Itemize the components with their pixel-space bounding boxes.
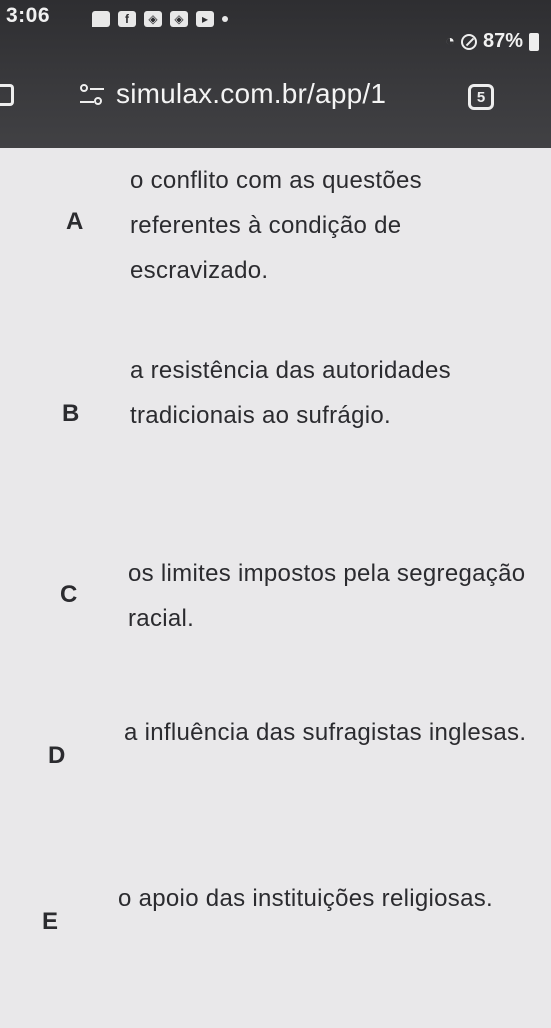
option-letter: A [66, 208, 84, 235]
browser-top-bar: 3:06 f ◈ ◈ ▸ ◔ 87% simulax.com.br/app/1 … [0, 0, 551, 148]
answer-option-a[interactable]: A o conflito com as questões referentes … [0, 158, 551, 318]
site-settings-icon[interactable] [80, 84, 104, 108]
notification-icons: f ◈ ◈ ▸ [92, 8, 228, 30]
status-right: ◔ 87% [445, 30, 539, 53]
tabs-button[interactable]: 5 [468, 84, 494, 110]
facebook-icon: f [118, 11, 136, 27]
youtube-icon: ▸ [196, 11, 214, 27]
option-text: a influência das sufragistas inglesas. [124, 719, 527, 746]
app-icon: ◈ [144, 11, 162, 27]
answer-option-d[interactable]: D a influência das sufragistas inglesas. [0, 710, 551, 830]
home-icon[interactable] [0, 84, 14, 106]
option-letter: E [42, 908, 59, 935]
answer-option-b[interactable]: B a resistência das autoridades tradicio… [0, 348, 551, 508]
option-letter: B [62, 400, 80, 427]
battery-icon [529, 32, 539, 51]
do-not-disturb-icon [460, 33, 477, 50]
status-time: 3:06 [6, 4, 51, 27]
address-bar[interactable]: simulax.com.br/app/1 5 [0, 72, 551, 124]
option-text: o apoio das instituições religiosas. [118, 885, 494, 912]
option-letter: C [60, 581, 78, 608]
answer-options: A o conflito com as questões referentes … [0, 148, 551, 1028]
wifi-icon: ◔ [445, 32, 455, 50]
battery-level: 87% [482, 30, 523, 52]
status-bar: 3:06 f ◈ ◈ ▸ ◔ 87% [0, 0, 551, 52]
option-text: a resistência das autoridades tradiciona… [130, 357, 451, 429]
answer-option-e[interactable]: E o apoio das instituições religiosas. [0, 876, 551, 1006]
dot-icon [222, 16, 228, 22]
answer-option-c[interactable]: C os limites impostos pela segregação ra… [0, 551, 551, 671]
option-letter: D [48, 742, 66, 769]
app-icon: ◈ [170, 11, 188, 27]
chat-icon [92, 11, 110, 27]
url-text[interactable]: simulax.com.br/app/1 [116, 78, 386, 110]
option-text: os limites impostos pela segregação raci… [128, 560, 526, 632]
option-text: o conflito com as questões referentes à … [130, 167, 422, 284]
